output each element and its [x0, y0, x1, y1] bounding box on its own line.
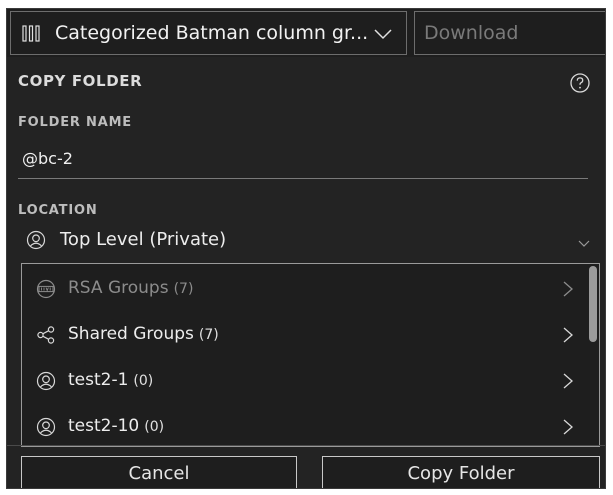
list-item-count: (0) — [144, 419, 165, 435]
list-item-shared-groups[interactable]: Shared Groups (7) — [22, 312, 584, 358]
footer-divider — [7, 445, 605, 446]
folder-name-label: FOLDER NAME — [18, 115, 132, 130]
live-icon — [36, 279, 56, 299]
help-icon[interactable] — [569, 72, 591, 94]
download-input[interactable] — [414, 11, 605, 55]
user-icon — [36, 417, 56, 437]
list-item-label: test2-1 — [68, 370, 129, 390]
column-group-label: Categorized Batman column gr... — [55, 22, 369, 44]
list-item-count: (0) — [133, 373, 154, 389]
location-label: LOCATION — [18, 203, 98, 218]
list-item-test2-1[interactable]: test2-1 (0) — [22, 358, 584, 404]
copy-folder-dialog: COPY FOLDER FOLDER NAME LOCATION Top Lev… — [7, 57, 605, 488]
columns-icon — [22, 25, 40, 42]
chevron-right-icon — [563, 419, 573, 435]
chevron-right-icon — [563, 281, 573, 297]
location-value: Top Level (Private) — [60, 229, 227, 250]
chevron-right-icon — [563, 373, 573, 389]
list-item-label: RSA Groups — [68, 278, 169, 298]
location-folder-list: RSA Groups (7) Shared Groups (7) test2-1… — [21, 263, 600, 447]
list-item-count: (7) — [198, 327, 219, 343]
user-icon — [36, 371, 56, 391]
location-select[interactable]: Top Level (Private) — [18, 227, 593, 257]
copy-folder-button[interactable]: Copy Folder — [322, 456, 600, 488]
user-icon — [26, 230, 46, 250]
chevron-down-icon — [578, 240, 590, 247]
cancel-button[interactable]: Cancel — [21, 456, 297, 488]
column-group-select[interactable]: Categorized Batman column gr... — [10, 11, 407, 55]
list-item-label: test2-10 — [68, 416, 140, 436]
list-scrollbar[interactable] — [589, 266, 597, 342]
list-item-label: Shared Groups — [68, 324, 194, 344]
chevron-down-icon — [374, 29, 392, 40]
app-frame: Categorized Batman column gr... COPY FOL… — [6, 8, 606, 489]
folder-name-input[interactable] — [18, 139, 588, 179]
share-icon — [37, 326, 55, 344]
dialog-title: COPY FOLDER — [18, 72, 143, 90]
list-item-test2-10[interactable]: test2-10 (0) — [22, 404, 584, 446]
chevron-right-icon — [563, 327, 573, 343]
list-item-rsa-groups[interactable]: RSA Groups (7) — [22, 266, 584, 312]
list-item-count: (7) — [173, 281, 194, 297]
